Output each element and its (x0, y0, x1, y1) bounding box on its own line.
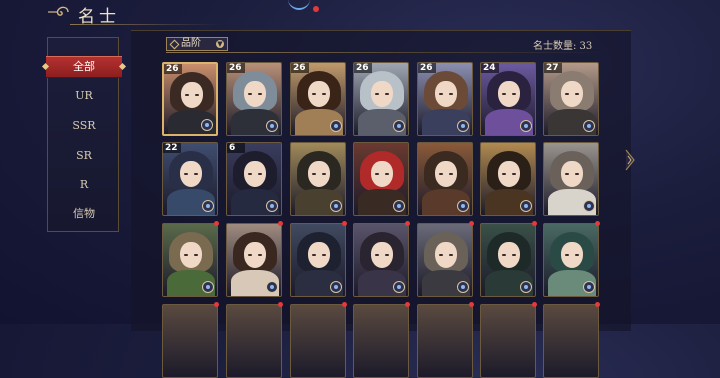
notification-dot (214, 302, 219, 307)
notification-dot (342, 221, 347, 226)
character-card[interactable] (417, 304, 473, 378)
sidebar-item-ur[interactable]: UR (48, 86, 120, 106)
character-card[interactable] (417, 223, 473, 297)
top-bar: 名士 (0, 0, 720, 27)
notification-dot (532, 302, 537, 307)
notification-dot (532, 221, 537, 226)
character-card[interactable]: 26 (162, 62, 218, 136)
character-card[interactable] (162, 223, 218, 297)
notification-dot (405, 221, 410, 226)
character-level: 26 (164, 64, 182, 74)
sidebar-item-sr[interactable]: SR (48, 146, 120, 166)
character-card[interactable]: 22 (162, 142, 218, 216)
element-badge-icon (202, 281, 214, 293)
character-level: 26 (354, 63, 372, 73)
notification-dot (469, 221, 474, 226)
character-card[interactable] (353, 142, 409, 216)
character-level: 6 (227, 143, 245, 153)
filter-divider (166, 52, 606, 53)
character-card[interactable] (480, 223, 536, 297)
element-badge-icon (330, 120, 342, 132)
character-level: 24 (481, 63, 499, 73)
character-card[interactable] (353, 304, 409, 378)
character-card[interactable] (543, 223, 599, 297)
element-badge-icon (520, 281, 532, 293)
character-card[interactable] (290, 304, 346, 378)
character-card[interactable] (480, 142, 536, 216)
notification-dot (278, 221, 283, 226)
character-card[interactable] (226, 223, 282, 297)
character-card[interactable]: 27 (543, 62, 599, 136)
character-card[interactable]: 26 (417, 62, 473, 136)
character-card[interactable] (480, 304, 536, 378)
element-badge-icon (457, 120, 469, 132)
sidebar-item-token[interactable]: 信物 (48, 204, 120, 224)
element-badge-icon (393, 120, 405, 132)
character-card[interactable] (543, 304, 599, 378)
roster-count: 名士数量: 33 (533, 41, 593, 52)
element-badge-icon (393, 281, 405, 293)
character-card[interactable] (290, 223, 346, 297)
character-level: 27 (544, 63, 562, 73)
element-badge-icon (457, 281, 469, 293)
element-badge-icon (330, 281, 342, 293)
element-badge-icon (266, 281, 278, 293)
element-badge-icon (457, 200, 469, 212)
notification-dot (313, 6, 319, 12)
character-card[interactable] (162, 304, 218, 378)
character-card[interactable] (226, 304, 282, 378)
notification-dot (405, 302, 410, 307)
chevron-down-icon: ▼ (216, 40, 224, 48)
character-level: 26 (227, 63, 245, 73)
element-badge-icon (202, 200, 214, 212)
notification-dot (278, 302, 283, 307)
title-underline (70, 24, 220, 25)
character-card[interactable] (353, 223, 409, 297)
element-badge-icon (583, 120, 595, 132)
character-card[interactable] (417, 142, 473, 216)
character-card[interactable]: 26 (290, 62, 346, 136)
category-sidebar: 全部 UR SSR SR R 信物 (46, 37, 122, 232)
character-level: 26 (291, 63, 309, 73)
top-orb-icon[interactable] (288, 0, 310, 10)
diamond-icon (169, 39, 180, 50)
notification-dot (214, 221, 219, 226)
character-card[interactable] (290, 142, 346, 216)
notification-dot (469, 302, 474, 307)
notification-dot (595, 221, 600, 226)
sidebar-item-ssr[interactable]: SSR (48, 116, 120, 136)
character-card[interactable]: 6 (226, 142, 282, 216)
character-card[interactable]: 26 (353, 62, 409, 136)
character-card[interactable]: 26 (226, 62, 282, 136)
expand-arrow-icon[interactable] (624, 148, 636, 172)
back-swirl-icon[interactable] (46, 4, 72, 20)
notification-dot (342, 302, 347, 307)
rank-filter-label: 品阶 (181, 38, 201, 49)
element-badge-icon (583, 281, 595, 293)
element-badge-icon (583, 200, 595, 212)
element-badge-icon (520, 200, 532, 212)
character-card[interactable] (543, 142, 599, 216)
character-card[interactable]: 24 (480, 62, 536, 136)
element-badge-icon (330, 200, 342, 212)
sidebar-item-r[interactable]: R (48, 175, 120, 195)
element-badge-icon (201, 119, 213, 131)
character-level: 26 (418, 63, 436, 73)
element-badge-icon (393, 200, 405, 212)
notification-dot (595, 302, 600, 307)
rank-filter-dropdown[interactable]: 品阶 ▼ (166, 37, 228, 51)
sidebar-item-all[interactable]: 全部 (46, 56, 122, 78)
element-badge-icon (266, 200, 278, 212)
element-badge-icon (520, 120, 532, 132)
character-level: 22 (163, 143, 181, 153)
element-badge-icon (266, 120, 278, 132)
